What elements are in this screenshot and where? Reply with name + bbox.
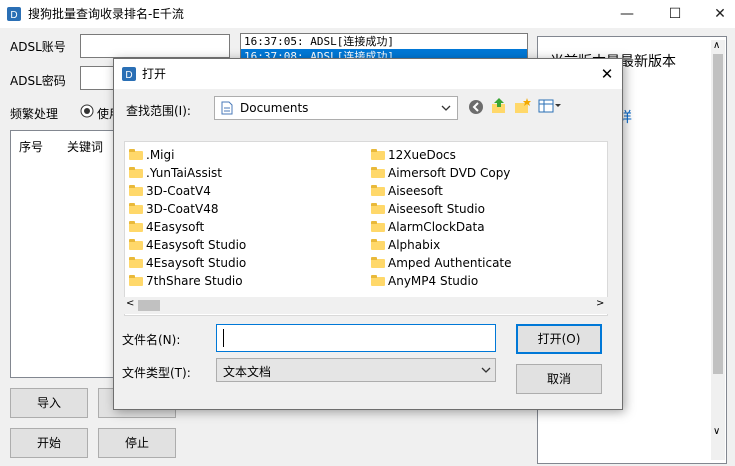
folder-name: 7thShare Studio — [146, 274, 243, 288]
back-icon[interactable] — [468, 99, 484, 115]
folder-name: 3D-CoatV48 — [146, 202, 219, 216]
filename-label: 文件名(N): — [122, 333, 181, 347]
svg-text:D: D — [10, 10, 17, 21]
folder-name: Aimersoft DVD Copy — [388, 166, 511, 180]
folder-icon — [371, 185, 385, 196]
new-folder-icon[interactable] — [514, 97, 532, 115]
folder-item[interactable]: 12XueDocs — [371, 146, 456, 164]
minimize-button[interactable]: — — [612, 0, 642, 28]
text-cursor — [223, 329, 224, 347]
adsl-account-label: ADSL账号 — [10, 40, 66, 54]
folder-item[interactable]: 3D-CoatV48 — [129, 200, 218, 218]
folder-icon — [371, 257, 385, 268]
svg-text:D: D — [125, 70, 132, 81]
dialog-title-bar: D 打开 ✕ — [114, 59, 622, 89]
folder-item[interactable]: .Migi — [129, 146, 174, 164]
column-header-index[interactable]: 序号 — [19, 138, 43, 155]
folder-item[interactable]: Aiseesoft — [371, 182, 443, 200]
dialog-title: 打开 — [142, 67, 167, 81]
folder-name: Aiseesoft — [388, 184, 443, 198]
folder-name: 4Easysoft Studio — [146, 238, 247, 252]
filetype-label: 文件类型(T): — [122, 366, 191, 380]
folder-icon — [371, 275, 385, 286]
folder-name: 12XueDocs — [388, 148, 456, 162]
dialog-close-button[interactable]: ✕ — [592, 59, 622, 89]
folder-item[interactable]: Aiseesoft Studio — [371, 200, 485, 218]
view-menu-icon[interactable] — [538, 99, 562, 113]
column-header-keyword[interactable]: 关键词 — [67, 138, 103, 155]
folder-name: 4Easysoft — [146, 220, 205, 234]
folder-name: 3D-CoatV4 — [146, 184, 211, 198]
folder-name: 4Esaysoft Studio — [146, 256, 247, 270]
chevron-down-icon — [441, 105, 451, 111]
folder-item[interactable]: AlarmClockData — [371, 218, 485, 236]
open-file-dialog: D 打开 ✕ 查找范围(I): Documents .Migi .YunTaiAs… — [113, 58, 623, 410]
folder-item[interactable]: 4Esaysoft Studio — [129, 254, 246, 272]
file-list[interactable]: .Migi .YunTaiAssist 3D-CoatV4 3D-CoatV48 4Ea… — [124, 141, 608, 316]
folder-icon — [129, 149, 143, 160]
folder-icon — [129, 221, 143, 232]
folder-name: Amped Authenticate — [388, 256, 512, 270]
filename-input[interactable] — [216, 324, 496, 352]
folder-item[interactable]: Alphabix — [371, 236, 440, 254]
folder-icon — [371, 221, 385, 232]
adsl-password-label: ADSL密码 — [10, 74, 66, 88]
import-button[interactable]: 导入 — [10, 388, 88, 418]
lookin-select[interactable]: Documents — [214, 96, 458, 120]
lookin-value: Documents — [240, 101, 309, 115]
folder-icon — [371, 203, 385, 214]
app-icon: D — [7, 7, 21, 21]
chevron-down-icon — [481, 367, 491, 373]
window-title: 搜狗批量查询收录排名-E千流 — [28, 7, 184, 21]
folder-item[interactable]: Aimersoft DVD Copy — [371, 164, 510, 182]
freq-label: 频繁处理 — [10, 107, 59, 121]
scroll-up-icon[interactable]: ∧ — [713, 40, 720, 51]
lookin-label: 查找范围(I): — [126, 104, 191, 118]
title-bar: D 搜狗批量查询收录排名-E千流 — ☐ ✕ — [0, 0, 735, 28]
folder-name: AnyMP4 Studio — [388, 274, 479, 288]
log-line: 16:37:05: ADSL[连接成功] — [244, 35, 394, 48]
folder-icon — [129, 167, 143, 178]
scroll-down-icon[interactable]: ∨ — [713, 426, 720, 437]
cancel-button[interactable]: 取消 — [516, 364, 602, 394]
scroll-right-icon[interactable]: > — [596, 298, 604, 309]
adsl-account-input[interactable] — [80, 34, 230, 58]
folder-item[interactable]: 3D-CoatV4 — [129, 182, 211, 200]
folder-icon — [371, 167, 385, 178]
folder-item[interactable]: 7thShare Studio — [129, 272, 243, 290]
scroll-left-icon[interactable]: < — [126, 298, 134, 309]
close-button[interactable]: ✕ — [705, 0, 735, 28]
maximize-button[interactable]: ☐ — [660, 0, 690, 28]
folder-item[interactable]: Amped Authenticate — [371, 254, 512, 272]
vertical-scrollbar[interactable]: ∧ ∨ — [711, 40, 725, 460]
up-folder-icon[interactable] — [490, 97, 508, 115]
folder-item[interactable]: AnyMP4 Studio — [371, 272, 478, 290]
folder-icon — [129, 257, 143, 268]
folder-icon — [129, 185, 143, 196]
filetype-value: 文本文档 — [223, 365, 272, 379]
folder-item[interactable]: 4Easysoft — [129, 218, 204, 236]
open-button[interactable]: 打开(O) — [516, 324, 602, 354]
document-icon — [221, 101, 233, 115]
stop-button[interactable]: 停止 — [98, 428, 176, 458]
scroll-thumb[interactable] — [713, 54, 723, 374]
folder-name: AlarmClockData — [388, 220, 485, 234]
folder-icon — [371, 149, 385, 160]
freq-radio[interactable] — [80, 104, 94, 118]
folder-item[interactable]: .YunTaiAssist — [129, 164, 222, 182]
folder-name: Aiseesoft Studio — [388, 202, 485, 216]
start-button[interactable]: 开始 — [10, 428, 88, 458]
folder-icon — [371, 239, 385, 250]
folder-name: Alphabix — [388, 238, 441, 252]
folder-name: .YunTaiAssist — [146, 166, 223, 180]
folder-icon — [129, 203, 143, 214]
folder-item[interactable]: 4Easysoft Studio — [129, 236, 246, 254]
dialog-app-icon: D — [122, 67, 136, 81]
hscroll-thumb[interactable] — [138, 300, 160, 311]
folder-name: .Migi — [146, 148, 175, 162]
folder-icon — [129, 239, 143, 250]
filetype-select[interactable]: 文本文档 — [216, 358, 496, 382]
horizontal-scrollbar[interactable]: < > — [124, 297, 608, 314]
folder-icon — [129, 275, 143, 286]
